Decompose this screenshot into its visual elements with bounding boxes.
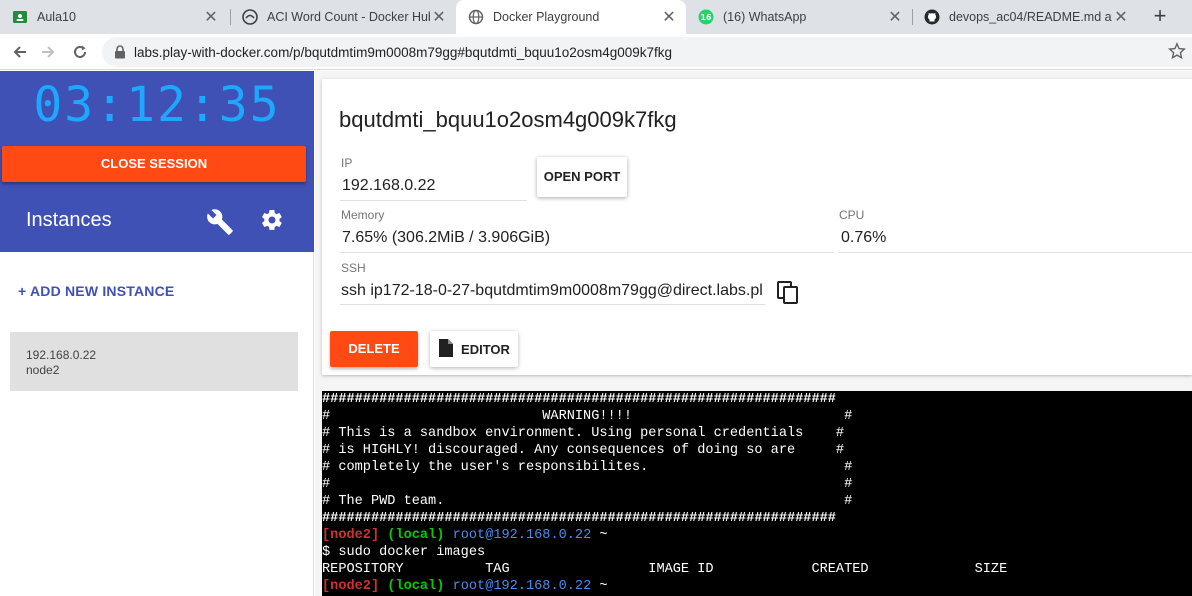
prompt-tilde: ~ — [599, 528, 608, 543]
globe-icon — [468, 9, 484, 25]
sidebar: 03:12:35 CLOSE SESSION Instances + ADD N… — [0, 71, 314, 596]
whatsapp-icon: 16 — [698, 9, 714, 25]
editor-label: EDITOR — [461, 341, 510, 357]
ssh-value[interactable]: ssh ip172-18-0-27-bqutdmtim9m0008m79gg@d… — [341, 282, 764, 300]
instance-ip: 192.168.0.22 — [26, 348, 97, 362]
terminal-line: # This is a sandbox environment. Using p… — [322, 426, 845, 441]
terminal-line: # is HIGHLY! discouraged. Any consequenc… — [322, 443, 845, 458]
session-timer: 03:12:35 — [33, 77, 281, 133]
terminal-line: # completely the user's responsibilites.… — [322, 460, 853, 475]
close-tab-icon[interactable]: ✕ — [660, 7, 678, 27]
close-tab-icon[interactable]: ✕ — [430, 7, 448, 27]
close-tab-icon[interactable]: ✕ — [886, 7, 904, 27]
memory-value: 7.65% (306.2MiB / 3.906GiB) — [342, 229, 551, 246]
ip-value[interactable]: 192.168.0.22 — [342, 177, 522, 195]
terminal-prompt: [node2] (local) root@192.168.0.22 ~ — [322, 527, 608, 544]
lock-icon — [114, 45, 126, 59]
prompt-host: root@192.168.0.22 — [452, 528, 592, 543]
gear-icon[interactable] — [260, 208, 284, 237]
tab-title: (16) WhatsApp — [723, 10, 807, 24]
prompt-node: [node2] — [322, 579, 380, 594]
terminal-line: # WARNING!!!! # — [322, 409, 853, 424]
close-tab-icon[interactable]: ✕ — [1112, 7, 1130, 27]
cpu-label: CPU — [839, 208, 865, 222]
instances-title: Instances — [26, 209, 112, 231]
tab-docker-hub[interactable]: ACI Word Count - Docker Hub ✕ — [230, 0, 456, 34]
forward-button[interactable] — [37, 41, 59, 63]
docker-hub-icon — [242, 9, 258, 25]
tab-docker-playground[interactable]: Docker Playground ✕ — [456, 0, 686, 34]
arrow-right-icon — [42, 46, 55, 58]
file-icon — [438, 338, 454, 361]
browser-tab-bar: Aula10 ✕ ACI Word Count - Docker Hub ✕ D… — [0, 0, 1192, 34]
whatsapp-badge: 16 — [700, 13, 712, 22]
terminal-output: REPOSITORY TAG IMAGE ID CREATED SIZE — [322, 562, 1008, 577]
back-button[interactable] — [9, 41, 31, 63]
url-field[interactable]: labs.play-with-docker.com/p/bqutdmtim9m0… — [102, 37, 1192, 67]
terminal-line: ########################################… — [322, 511, 836, 526]
instance-name: node2 — [26, 363, 60, 377]
tab-title: Docker Playground — [493, 10, 600, 24]
instance-details-panel: bqutdmti_bquu1o2osm4g009k7fkg IP 192.168… — [322, 79, 1192, 375]
editor-button[interactable]: EDITOR — [430, 331, 518, 367]
tab-title: ACI Word Count - Docker Hub — [267, 10, 430, 24]
prompt-tilde: ~ — [599, 579, 608, 594]
reload-button[interactable] — [69, 41, 91, 63]
arrow-left-icon — [13, 46, 26, 58]
close-session-button[interactable]: CLOSE SESSION — [2, 146, 306, 182]
terminal-line: # # — [322, 477, 853, 492]
tab-github-readme[interactable]: devops_ac04/README.md at m ✕ — [912, 0, 1138, 34]
ip-label: IP — [341, 156, 353, 170]
instance-list-item[interactable]: 192.168.0.22 node2 — [10, 332, 298, 391]
open-port-button[interactable]: OPEN PORT — [537, 157, 627, 197]
terminal-command: $ sudo docker images — [322, 545, 486, 560]
wrench-icon[interactable] — [206, 208, 234, 241]
terminal-line: ########################################… — [322, 392, 836, 407]
prompt-local: (local) — [387, 579, 445, 594]
tab-whatsapp[interactable]: 16 (16) WhatsApp ✕ — [686, 0, 912, 34]
delete-button[interactable]: DELETE — [330, 331, 418, 367]
tab-aula10[interactable]: Aula10 ✕ — [0, 0, 228, 34]
sidebar-header: 03:12:35 CLOSE SESSION Instances — [0, 71, 314, 252]
github-icon — [924, 9, 940, 25]
prompt-node: [node2] — [322, 528, 380, 543]
bookmark-star-icon[interactable] — [1168, 42, 1186, 65]
url-text: labs.play-with-docker.com/p/bqutdmtim9m0… — [134, 44, 673, 60]
close-tab-icon[interactable]: ✕ — [202, 7, 220, 27]
cpu-value: 0.76% — [841, 229, 887, 246]
tab-title: devops_ac04/README.md at m — [949, 10, 1112, 24]
add-new-instance-button[interactable]: + ADD NEW INSTANCE — [18, 283, 174, 299]
memory-label: Memory — [341, 208, 385, 222]
terminal[interactable]: ########################################… — [322, 391, 1192, 596]
ssh-label: SSH — [341, 261, 366, 275]
classroom-icon — [12, 9, 28, 25]
main-area: bqutdmti_bquu1o2osm4g009k7fkg IP 192.168… — [315, 71, 1192, 596]
terminal-line: # The PWD team. # — [322, 494, 853, 509]
tab-title: Aula10 — [37, 10, 76, 24]
new-tab-button[interactable]: + — [1148, 4, 1172, 28]
terminal-prompt: [node2] (local) root@192.168.0.22 ~ — [322, 578, 608, 595]
prompt-local: (local) — [387, 528, 445, 543]
address-bar: labs.play-with-docker.com/p/bqutdmtim9m0… — [0, 34, 1192, 70]
reload-icon — [74, 45, 86, 58]
instance-title: bqutdmti_bquu1o2osm4g009k7fkg — [339, 107, 677, 132]
prompt-host: root@192.168.0.22 — [452, 579, 592, 594]
copy-icon[interactable] — [777, 281, 799, 310]
